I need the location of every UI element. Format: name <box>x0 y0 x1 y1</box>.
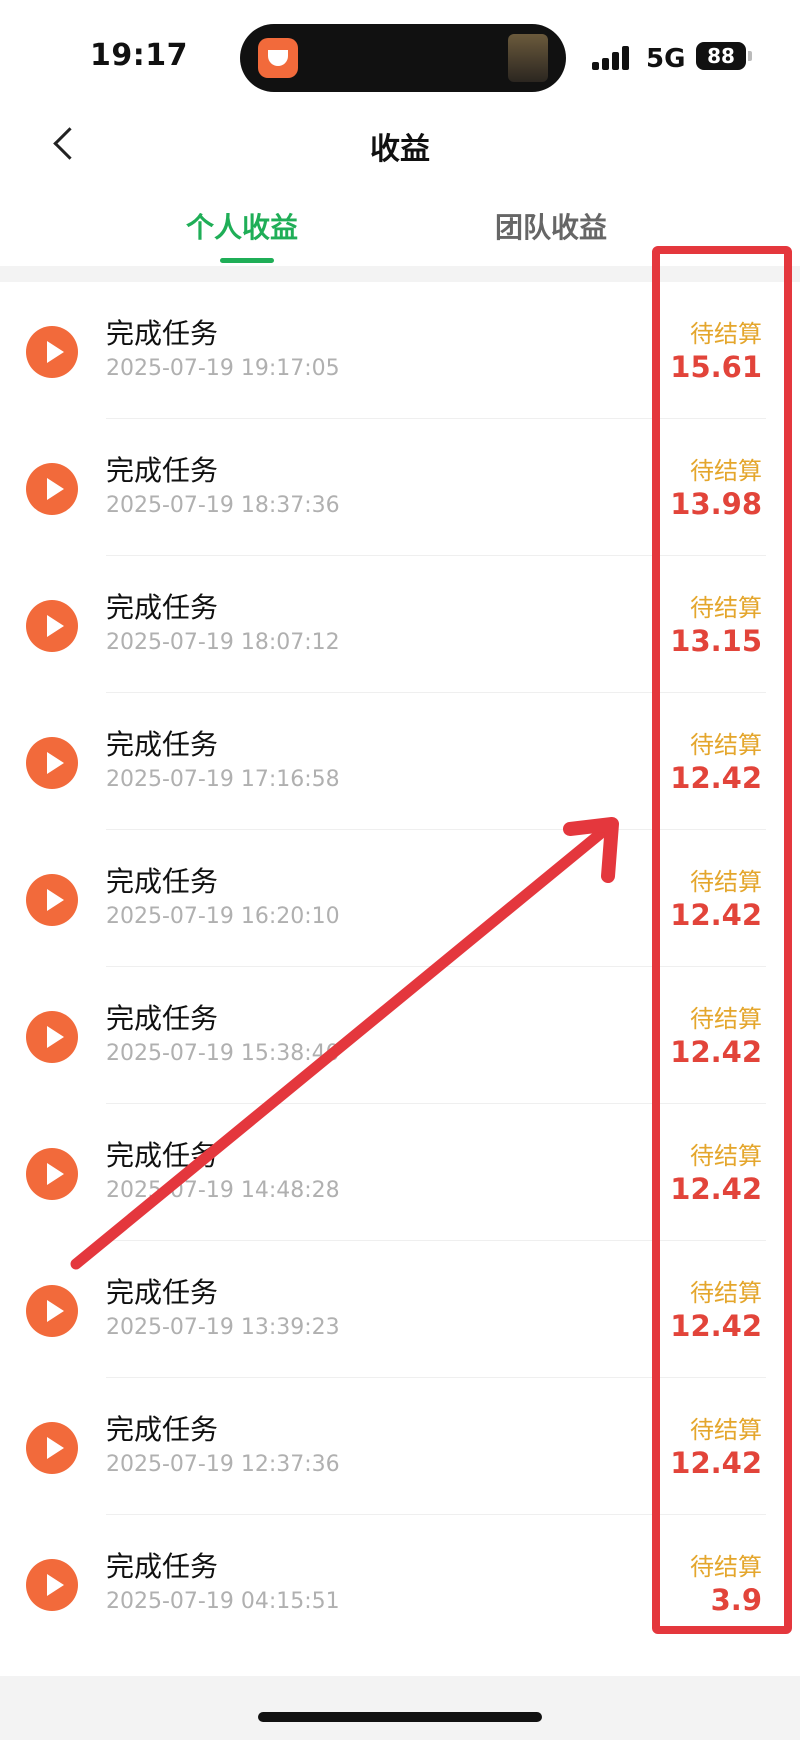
tab-team-earnings[interactable]: 团队收益 <box>495 206 607 246</box>
play-icon <box>26 1011 78 1063</box>
app-icon <box>258 38 298 78</box>
record-title: 完成任务 <box>106 728 219 761</box>
record-title: 完成任务 <box>106 1550 219 1583</box>
play-icon <box>26 600 78 652</box>
battery-icon: 88 <box>696 42 752 70</box>
record-title: 完成任务 <box>106 865 219 898</box>
play-icon <box>26 1148 78 1200</box>
record-title: 完成任务 <box>106 1276 219 1309</box>
record-time: 2025-07-19 15:38:40 <box>106 1041 340 1066</box>
active-tab-indicator <box>220 258 274 263</box>
dynamic-island <box>240 24 566 92</box>
tab-personal-earnings[interactable]: 个人收益 <box>186 206 298 246</box>
signal-icon <box>592 44 636 70</box>
record-title: 完成任务 <box>106 1002 219 1035</box>
record-title: 完成任务 <box>106 317 219 350</box>
record-time: 2025-07-19 16:20:10 <box>106 904 340 929</box>
annotation-highlight-box <box>652 246 792 1634</box>
record-title: 完成任务 <box>106 454 219 487</box>
status-time: 19:17 <box>90 38 188 73</box>
status-bar: 19:17 5G 88 <box>0 0 800 110</box>
home-indicator[interactable] <box>258 1712 542 1722</box>
record-time: 2025-07-19 18:37:36 <box>106 493 340 518</box>
play-icon <box>26 1422 78 1474</box>
record-time: 2025-07-19 19:17:05 <box>106 356 340 381</box>
bottom-area <box>0 1676 800 1740</box>
record-title: 完成任务 <box>106 591 219 624</box>
record-time: 2025-07-19 04:15:51 <box>106 1589 340 1614</box>
play-icon <box>26 1285 78 1337</box>
record-title: 完成任务 <box>106 1413 219 1446</box>
play-icon <box>26 874 78 926</box>
record-time: 2025-07-19 18:07:12 <box>106 630 340 655</box>
page-title: 收益 <box>370 132 430 167</box>
media-thumbnail <box>508 34 548 82</box>
record-time: 2025-07-19 12:37:36 <box>106 1452 340 1477</box>
play-icon <box>26 326 78 378</box>
play-icon <box>26 463 78 515</box>
network-type: 5G <box>646 44 686 74</box>
record-time: 2025-07-19 13:39:23 <box>106 1315 340 1340</box>
play-icon <box>26 737 78 789</box>
play-icon <box>26 1559 78 1611</box>
record-title: 完成任务 <box>106 1139 219 1172</box>
record-time: 2025-07-19 17:16:58 <box>106 767 340 792</box>
record-time: 2025-07-19 14:48:28 <box>106 1178 340 1203</box>
